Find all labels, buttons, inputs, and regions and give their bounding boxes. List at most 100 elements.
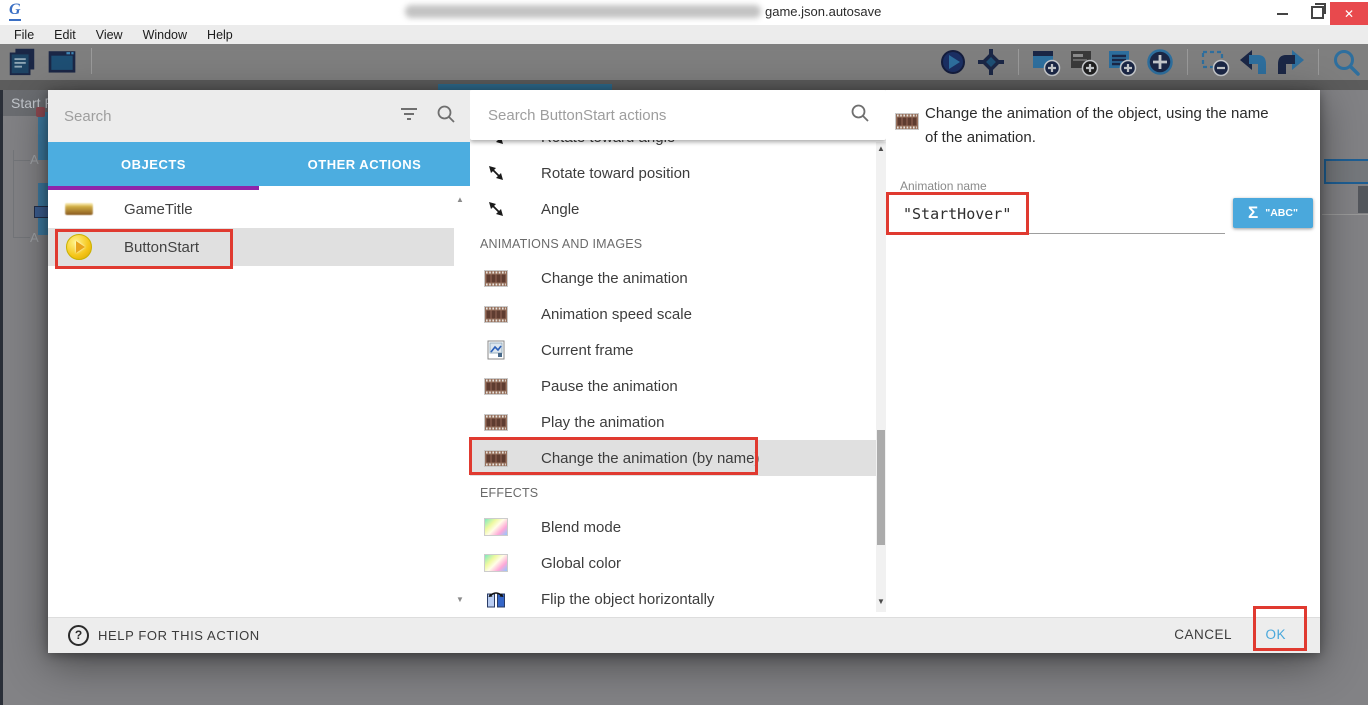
- remove-event-icon[interactable]: [1199, 46, 1231, 78]
- actions-panel: Rotate toward angleRotate toward positio…: [470, 90, 886, 612]
- action-item[interactable]: Rotate toward position: [470, 155, 876, 191]
- annotation-box-buttonstart: [55, 229, 233, 269]
- toolbar-separator: [1018, 49, 1019, 75]
- scroll-down-arrow[interactable]: ▼: [877, 598, 885, 606]
- action-item[interactable]: Angle: [470, 191, 876, 227]
- actions-search-input[interactable]: [486, 106, 850, 125]
- action-item[interactable]: Play the animation: [470, 404, 876, 440]
- redo-icon[interactable]: [1275, 46, 1307, 78]
- film-strip-icon: [483, 378, 509, 395]
- objects-search-bar: [48, 90, 470, 142]
- sigma-icon: Σ: [1248, 203, 1258, 223]
- close-button[interactable]: ✕: [1330, 2, 1368, 25]
- objects-tabs: OBJECTS OTHER ACTIONS: [48, 142, 470, 186]
- tab-objects[interactable]: OBJECTS: [48, 142, 259, 186]
- action-item[interactable]: Blend mode: [470, 509, 876, 545]
- search-icon[interactable]: [850, 103, 870, 128]
- action-item[interactable]: Pause the animation: [470, 368, 876, 404]
- project-manager-icon[interactable]: [6, 45, 38, 77]
- menu-bar: FileEditViewWindowHelp: [0, 25, 1368, 44]
- section-header: EFFECTS: [480, 476, 538, 509]
- film-strip-icon: [895, 113, 919, 135]
- game-title-thumbnail-icon: [62, 203, 96, 215]
- flip-icon: [483, 590, 509, 609]
- minimize-button[interactable]: [1277, 13, 1288, 15]
- action-item[interactable]: Global color: [470, 545, 876, 581]
- toolbar-right-group: [937, 46, 1362, 78]
- action-item[interactable]: Change the animation: [470, 260, 876, 296]
- scene-editor-icon[interactable]: [46, 45, 78, 77]
- debug-icon[interactable]: [975, 46, 1007, 78]
- section-header: ANIMATIONS AND IMAGES: [480, 227, 642, 260]
- annotation-box-change-animation-by-name: [469, 437, 758, 475]
- annotation-box-ok-button: [1253, 606, 1307, 651]
- action-editor-dialog: GameTitle ButtonStart ▲ ▼ OBJECTS OTHER …: [48, 90, 1320, 653]
- film-strip-icon: [483, 306, 509, 323]
- menu-view[interactable]: View: [86, 28, 133, 42]
- field-label: Animation name: [900, 179, 987, 193]
- dialog-footer: ? HELP FOR THIS ACTION CANCEL OK: [48, 617, 1320, 653]
- cancel-button[interactable]: CANCEL: [1174, 627, 1232, 642]
- action-item[interactable]: Current frame: [470, 332, 876, 368]
- menu-help[interactable]: Help: [197, 28, 243, 42]
- search-icon[interactable]: [1330, 46, 1362, 78]
- action-detail-panel: Change the animation of the object, usin…: [886, 90, 1320, 617]
- event-icon: [34, 206, 49, 218]
- active-tab-underline: [48, 186, 259, 190]
- annotation-box-animation-name-value: [886, 192, 1029, 235]
- help-icon[interactable]: ?: [68, 625, 89, 646]
- undo-icon[interactable]: [1237, 46, 1269, 78]
- scroll-up-arrow[interactable]: ▲: [877, 145, 885, 153]
- rotate-arrow-icon: [483, 163, 509, 183]
- background-divider: [1322, 214, 1368, 215]
- actions-search-bar: [470, 90, 886, 140]
- menu-window[interactable]: Window: [133, 28, 197, 42]
- frame-page-icon: [483, 340, 509, 360]
- search-icon[interactable]: [436, 104, 456, 129]
- event-tree-line: [13, 150, 14, 238]
- rainbow-icon: [483, 518, 509, 536]
- event-icon: [36, 107, 45, 117]
- add-comment-icon[interactable]: [1068, 46, 1100, 78]
- background-input: [1324, 159, 1368, 184]
- toolbar-separator: [91, 48, 92, 74]
- film-strip-icon: [483, 270, 509, 287]
- scrollbar-thumb[interactable]: [877, 430, 885, 545]
- event-condition-bar: [38, 112, 48, 160]
- event-tree-line: [13, 237, 30, 238]
- background-panel-fragment: [1358, 186, 1368, 213]
- expression-editor-button[interactable]: Σ "ABC": [1233, 198, 1313, 228]
- toolbar-left-group: [6, 45, 97, 77]
- event-text: A: [30, 230, 39, 245]
- rotate-arrow-icon: [483, 199, 509, 219]
- action-item[interactable]: Animation speed scale: [470, 296, 876, 332]
- rainbow-icon: [483, 554, 509, 572]
- help-link[interactable]: HELP FOR THIS ACTION: [98, 628, 260, 643]
- action-item[interactable]: Flip the object horizontally: [470, 581, 876, 612]
- scene-tab-band: [0, 80, 1368, 90]
- tab-other-actions[interactable]: OTHER ACTIONS: [259, 142, 470, 186]
- scroll-up-arrow[interactable]: ▲: [456, 196, 464, 204]
- object-item-gametitle[interactable]: GameTitle: [48, 190, 454, 228]
- toolbar-separator: [1318, 49, 1319, 75]
- event-tree-line: [13, 160, 30, 161]
- objects-search-input[interactable]: [62, 107, 400, 126]
- add-event-icon[interactable]: [1030, 46, 1062, 78]
- scroll-down-arrow[interactable]: ▼: [456, 596, 464, 604]
- menu-edit[interactable]: Edit: [44, 28, 86, 42]
- window-left-edge: [0, 90, 3, 705]
- event-text: A: [30, 152, 39, 167]
- filter-icon[interactable]: [400, 107, 418, 126]
- restore-button[interactable]: [1311, 6, 1324, 19]
- toolbar-separator: [1187, 49, 1188, 75]
- action-description: Change the animation of the object, usin…: [925, 102, 1273, 150]
- add-circle-icon[interactable]: [1144, 46, 1176, 78]
- play-preview-icon[interactable]: [937, 46, 969, 78]
- gdevelop-logo-icon: G: [9, 1, 21, 21]
- add-subevent-icon[interactable]: [1106, 46, 1138, 78]
- blurred-title-path: [405, 5, 761, 18]
- film-strip-icon: [483, 414, 509, 431]
- menu-file[interactable]: File: [4, 28, 44, 42]
- app-window: G game.json.autosave ✕ FileEditViewWindo…: [0, 0, 1368, 705]
- window-title: game.json.autosave: [765, 4, 881, 19]
